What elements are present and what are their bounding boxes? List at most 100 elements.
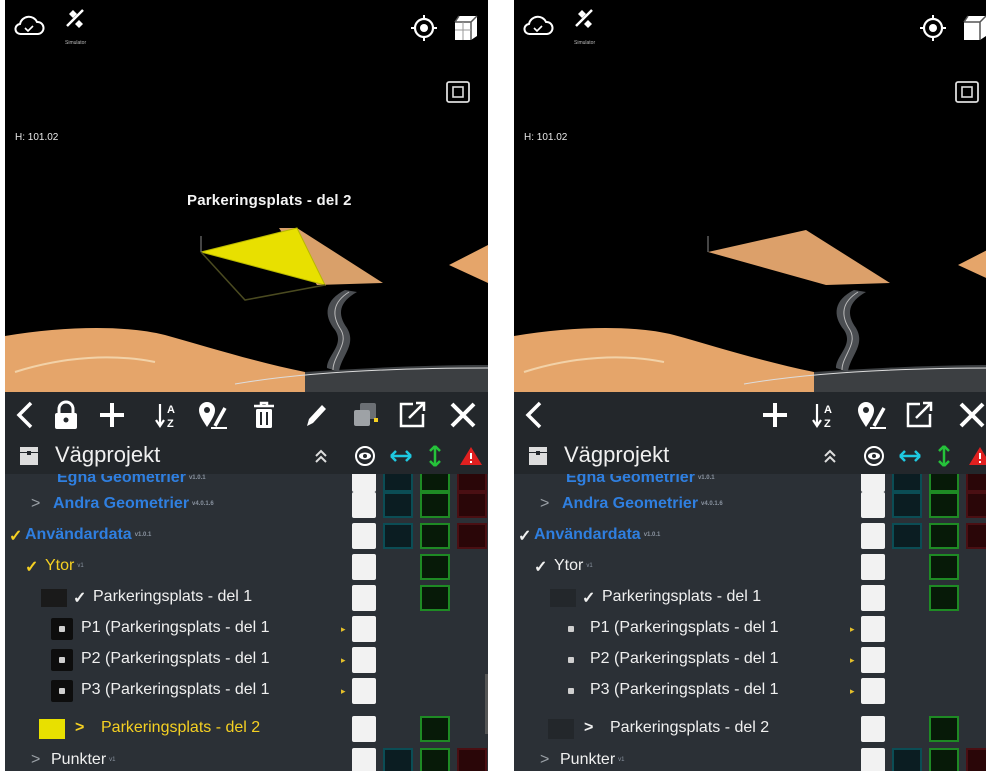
tree-row[interactable]: ✓ Ytor v1: [514, 552, 986, 582]
visibility-checkbox[interactable]: [352, 523, 376, 549]
expand-arrow-icon[interactable]: >: [540, 495, 549, 513]
vertical-toggle[interactable]: [929, 492, 959, 518]
vertical-toggle[interactable]: [420, 585, 450, 611]
expand-arrow-icon[interactable]: >: [584, 719, 593, 737]
tree-row[interactable]: P2 (Parkeringsplats - del 1 ▸: [514, 645, 986, 675]
tree-row[interactable]: P1 (Parkeringsplats - del 1 ▸: [5, 614, 488, 644]
close-icon[interactable]: [954, 392, 986, 438]
tree-row[interactable]: > Andra Geometrier v4.0.1.6: [5, 490, 488, 520]
cube-view-icon[interactable]: [960, 12, 986, 44]
tree-row[interactable]: > Andra Geometrier v4.0.1.6: [514, 490, 986, 520]
visibility-checkbox[interactable]: [861, 748, 885, 771]
horizontal-arrow-icon[interactable]: [387, 444, 415, 468]
locate-gps-icon[interactable]: [919, 14, 949, 44]
pencil-icon[interactable]: [301, 392, 331, 438]
trash-icon[interactable]: [249, 392, 279, 438]
visibility-checkbox[interactable]: [861, 716, 885, 742]
visibility-checkbox[interactable]: [352, 616, 376, 642]
expand-arrow-icon[interactable]: ✓: [518, 526, 531, 546]
tree-row[interactable]: ✓ Parkeringsplats - del 1: [5, 583, 488, 613]
vertical-toggle[interactable]: [929, 748, 959, 771]
visibility-checkbox[interactable]: [352, 554, 376, 580]
scrollbar[interactable]: [485, 674, 488, 734]
tree-row[interactable]: ✓ Ytor v1: [5, 552, 488, 582]
expand-arrow-icon[interactable]: ✓: [25, 557, 38, 577]
collapse-all-icon[interactable]: [311, 446, 331, 466]
visibility-checkbox[interactable]: [352, 748, 376, 771]
warning-toggle[interactable]: [966, 523, 986, 549]
expand-arrow-icon[interactable]: >: [540, 751, 549, 769]
visibility-eye-icon[interactable]: [862, 444, 886, 468]
vertical-toggle[interactable]: [420, 492, 450, 518]
expand-arrow-icon[interactable]: >: [31, 751, 40, 769]
visibility-checkbox[interactable]: [861, 523, 885, 549]
tree-row-selected[interactable]: > Parkeringsplats - del 2: [5, 714, 488, 744]
sort-az-icon[interactable]: AZ: [808, 392, 842, 438]
open-external-icon[interactable]: [395, 392, 429, 438]
locate-gps-icon[interactable]: [410, 14, 440, 44]
visibility-checkbox[interactable]: [861, 492, 885, 518]
expand-arrow-icon[interactable]: ✓: [534, 557, 547, 577]
layers-icon[interactable]: [347, 392, 383, 438]
expand-arrow-icon[interactable]: ✓: [582, 588, 595, 608]
tree-row[interactable]: ✓ Användardata v1.0.1: [514, 521, 986, 551]
visibility-checkbox[interactable]: [861, 616, 885, 642]
vertical-arrow-icon[interactable]: [934, 442, 954, 470]
chevron-left-icon[interactable]: [9, 392, 41, 438]
horizontal-toggle[interactable]: [383, 523, 413, 549]
tree-row[interactable]: ✓ Användardata v1.0.1: [5, 521, 488, 551]
visibility-checkbox[interactable]: [861, 585, 885, 611]
vertical-arrow-icon[interactable]: [425, 442, 445, 470]
lock-icon[interactable]: [49, 392, 83, 438]
warning-icon[interactable]: [966, 444, 986, 468]
expand-arrow-icon[interactable]: ✓: [73, 588, 86, 608]
cloud-sync-icon[interactable]: [522, 14, 556, 40]
warning-icon[interactable]: [457, 444, 485, 468]
expand-arrow-icon[interactable]: >: [75, 719, 84, 737]
vertical-toggle[interactable]: [929, 716, 959, 742]
visibility-checkbox[interactable]: [352, 647, 376, 673]
warning-toggle[interactable]: [457, 492, 487, 518]
warning-toggle[interactable]: [966, 748, 986, 771]
visibility-checkbox[interactable]: [352, 678, 376, 704]
vertical-toggle[interactable]: [929, 554, 959, 580]
fit-extent-icon[interactable]: [445, 80, 475, 108]
tree-row[interactable]: P2 (Parkeringsplats - del 1 ▸: [5, 645, 488, 675]
collapse-all-icon[interactable]: [820, 446, 840, 466]
map-3d-view[interactable]: Simulator H: 101.02: [514, 0, 986, 392]
tree-row[interactable]: ✓ Parkeringsplats - del 1: [514, 583, 986, 613]
close-icon[interactable]: [445, 392, 481, 438]
horizontal-toggle[interactable]: [383, 748, 413, 771]
tree-row[interactable]: P3 (Parkeringsplats - del 1 ▸: [5, 676, 488, 706]
vertical-toggle[interactable]: [929, 523, 959, 549]
horizontal-toggle[interactable]: [892, 523, 922, 549]
open-external-icon[interactable]: [902, 392, 936, 438]
horizontal-toggle[interactable]: [892, 748, 922, 771]
tree-row[interactable]: > Punkter v1: [514, 746, 986, 771]
visibility-checkbox[interactable]: [861, 678, 885, 704]
warning-toggle[interactable]: [966, 492, 986, 518]
tree-row[interactable]: P3 (Parkeringsplats - del 1 ▸: [514, 676, 986, 706]
vertical-toggle[interactable]: [420, 554, 450, 580]
fit-extent-icon[interactable]: [954, 80, 984, 108]
plus-icon[interactable]: [95, 392, 129, 438]
tree-row[interactable]: P1 (Parkeringsplats - del 1 ▸: [514, 614, 986, 644]
warning-toggle[interactable]: [457, 523, 487, 549]
horizontal-arrow-icon[interactable]: [896, 444, 924, 468]
plus-icon[interactable]: [758, 392, 792, 438]
cube-view-icon[interactable]: [451, 12, 483, 44]
tree-row[interactable]: > Parkeringsplats - del 2: [514, 714, 986, 744]
warning-toggle[interactable]: [457, 748, 487, 771]
visibility-checkbox[interactable]: [861, 647, 885, 673]
sort-az-icon[interactable]: AZ: [151, 392, 185, 438]
cloud-sync-icon[interactable]: [13, 14, 47, 40]
satellite-off-icon[interactable]: [63, 6, 89, 32]
horizontal-toggle[interactable]: [892, 492, 922, 518]
expand-arrow-icon[interactable]: >: [31, 495, 40, 513]
satellite-off-icon[interactable]: [572, 6, 598, 32]
visibility-checkbox[interactable]: [352, 585, 376, 611]
expand-arrow-icon[interactable]: ✓: [9, 526, 22, 546]
visibility-checkbox[interactable]: [861, 554, 885, 580]
chevron-left-icon[interactable]: [518, 392, 550, 438]
vertical-toggle[interactable]: [929, 585, 959, 611]
